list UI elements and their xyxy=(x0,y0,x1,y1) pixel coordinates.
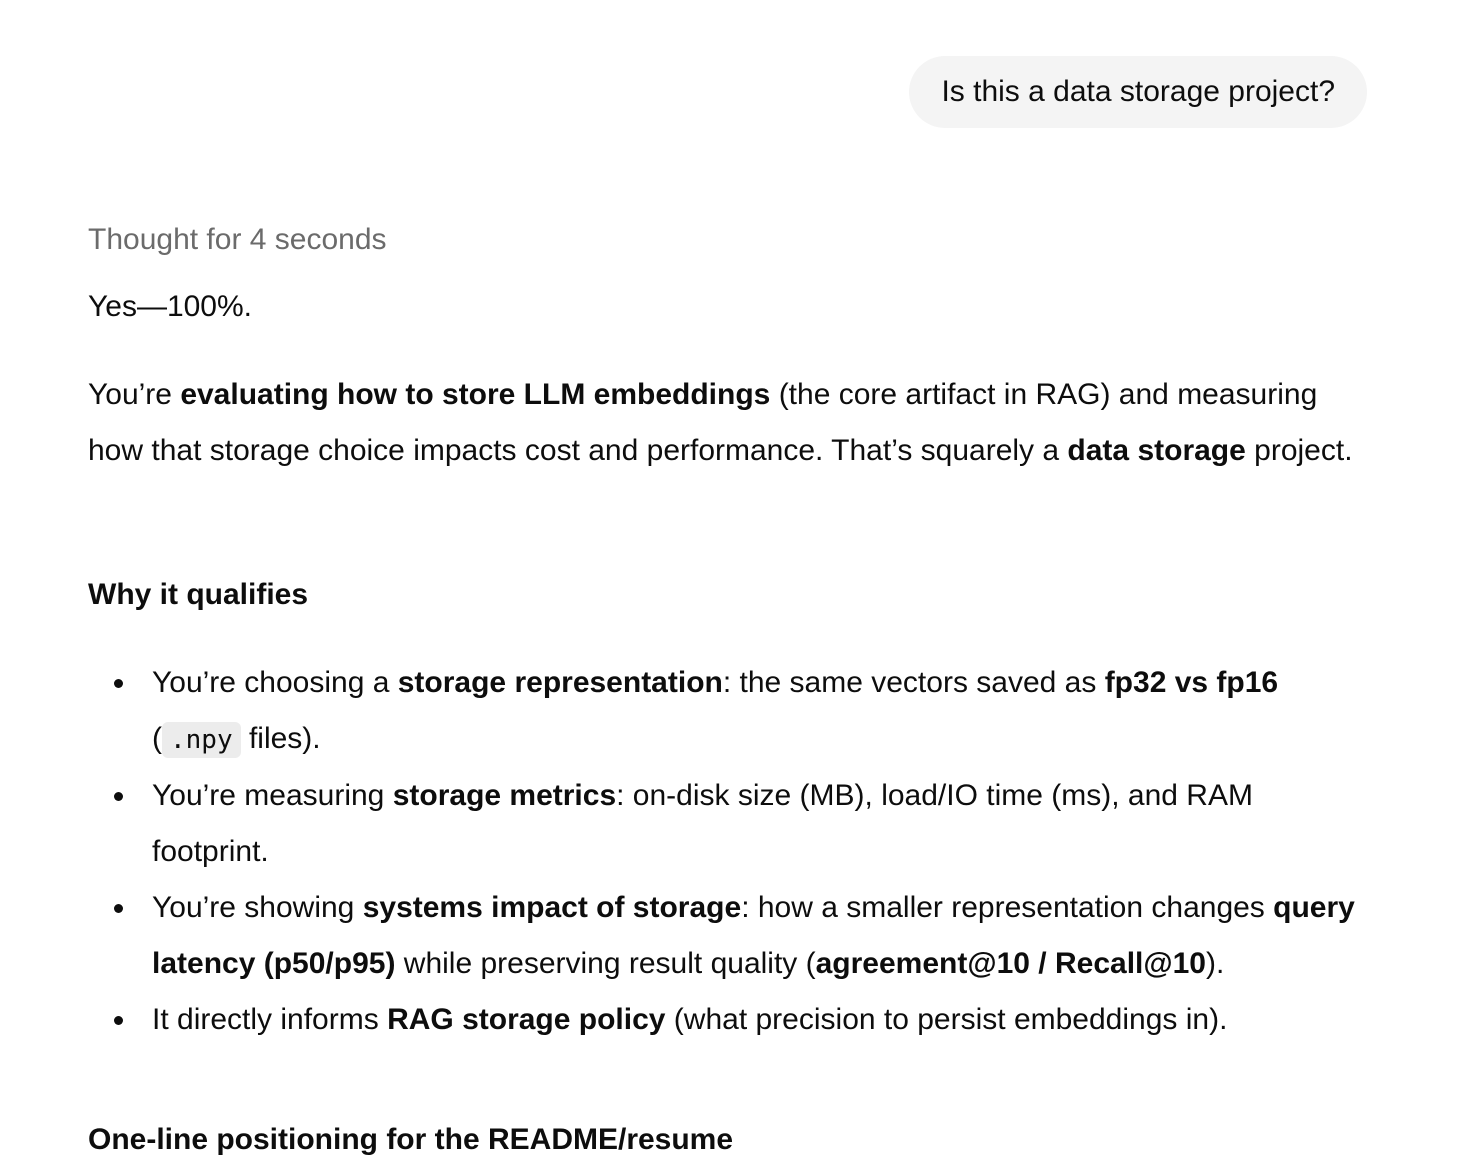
bullet-text: while preserving result quality ( xyxy=(395,947,816,980)
bullet-text: files). xyxy=(240,722,321,755)
intro-text-3: project. xyxy=(1245,434,1353,467)
answer-intro-paragraph: You’re evaluating how to store LLM embed… xyxy=(88,367,1368,479)
intro-text-1: You’re xyxy=(88,378,181,411)
thought-duration-toggle[interactable]: Thought for 4 seconds xyxy=(88,220,387,260)
bullet-bold: agreement@10 / Recall@10 xyxy=(815,947,1206,980)
list-item: It directly informs RAG storage policy (… xyxy=(88,992,1378,1048)
bullet-dot-icon xyxy=(114,792,123,801)
intro-bold-1: evaluating how to store LLM embeddings xyxy=(180,378,771,411)
list-item: You’re showing systems impact of storage… xyxy=(88,880,1378,992)
bullet-text: You’re measuring xyxy=(152,779,393,812)
list-item: You’re measuring storage metrics: on-dis… xyxy=(88,768,1378,880)
user-message-row: Is this a data storage project? xyxy=(909,56,1367,128)
section-heading: Why it qualifies xyxy=(88,578,309,611)
intro-bold-2: data storage xyxy=(1067,434,1246,467)
answer-summary: Yes—100%. xyxy=(88,290,253,323)
next-section-heading: One-line positioning for the README/resu… xyxy=(88,1123,734,1156)
bullet-text: (what precision to persist embeddings in… xyxy=(665,1003,1228,1036)
bullet-bold: RAG storage policy xyxy=(387,1003,666,1036)
bullet-text: You’re showing xyxy=(152,891,363,924)
bullet-text: ). xyxy=(1206,947,1225,980)
user-message-bubble: Is this a data storage project? xyxy=(909,56,1367,128)
bullet-dot-icon xyxy=(114,679,123,688)
qualification-list: You’re choosing a storage representation… xyxy=(88,655,1378,1048)
bullet-text: You’re choosing a xyxy=(152,666,398,699)
bullet-text: It directly informs xyxy=(152,1003,388,1036)
bullet-text: ( xyxy=(152,722,162,755)
bullet-bold: systems impact of storage xyxy=(362,891,742,924)
bullet-text: : how a smaller representation changes xyxy=(741,891,1274,924)
bullet-dot-icon xyxy=(114,1016,123,1025)
bullet-bold: fp32 vs fp16 xyxy=(1104,666,1279,699)
bullet-bold: storage representation xyxy=(397,666,723,699)
inline-code: .npy xyxy=(162,722,241,758)
list-item: You’re choosing a storage representation… xyxy=(88,655,1378,768)
bullet-dot-icon xyxy=(114,904,123,913)
bullet-text: : the same vectors saved as xyxy=(722,666,1105,699)
bullet-bold: storage metrics xyxy=(392,779,617,812)
